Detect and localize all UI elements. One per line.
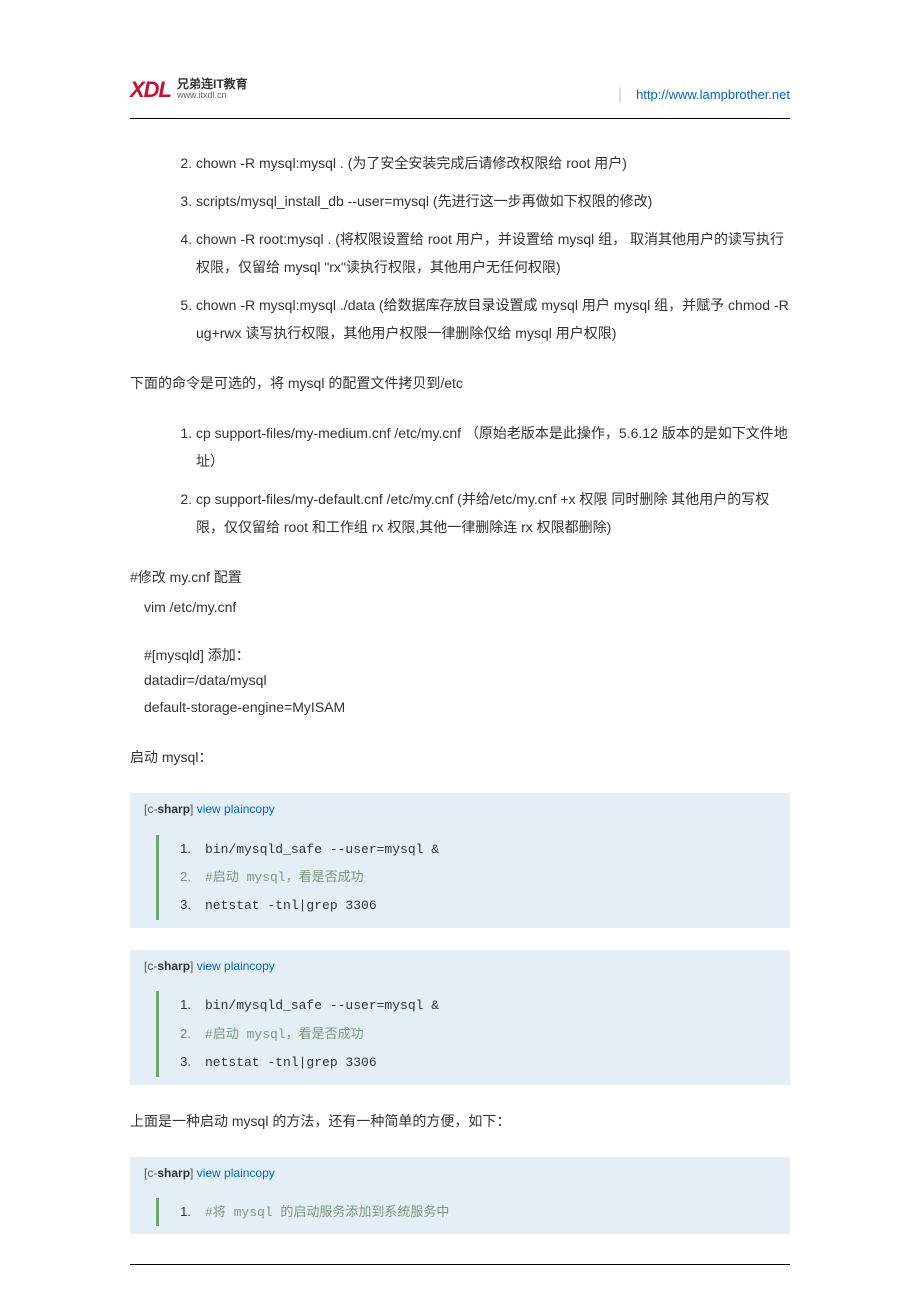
start-mysql-heading: 启动 mysql： [130,743,790,771]
code-block-2: 1.bin/mysqld_safe --user=mysql & 2.#启动 m… [130,983,790,1084]
view-plain-copy-link[interactable]: view plaincopy [197,802,275,816]
edit-config-comment: #修改 my.cnf 配置 [130,563,790,591]
list-item: cp support-files/my-medium.cnf /etc/my.c… [196,419,790,475]
code-header: [c-sharp] view plaincopy [130,950,790,984]
code-line: 3.netstat -tnl|grep 3306 [156,1048,790,1076]
logo: XDL 兄弟连IT教育 www.itxdl.cn [130,70,248,110]
logo-small-url: www.itxdl.cn [177,91,248,101]
copy-config-list: cp support-files/my-medium.cnf /etc/my.c… [130,419,790,541]
code-line: 2.#启动 mysql，看是否成功 [156,1020,790,1048]
code-line: 1.bin/mysqld_safe --user=mysql & [156,991,790,1019]
mysqld-add-comment: #[mysqld] 添加： [130,643,790,668]
header-link[interactable]: http://www.lampbrother.net [636,87,790,102]
list-item: chown -R mysql:mysql . (为了安全安装完成后请修改权限给 … [196,149,790,177]
code-line: 3.netstat -tnl|grep 3306 [156,891,790,919]
datadir-line: datadir=/data/mysql [130,668,790,693]
code-line: 1.bin/mysqld_safe --user=mysql & [156,835,790,863]
page-header: XDL 兄弟连IT教育 www.itxdl.cn | http://www.la… [130,70,790,119]
install-steps-list: chown -R mysql:mysql . (为了安全安装完成后请修改权限给 … [130,149,790,347]
logo-mark: XDL [130,70,171,110]
code-block-1: 1.bin/mysqld_safe --user=mysql & 2.#启动 m… [130,827,790,928]
list-item: chown -R root:mysql . (将权限设置给 root 用户，并设… [196,225,790,281]
code-lang-label: [c-sharp] [144,959,193,973]
simpler-method-para: 上面是一种启动 mysql 的方法，还有一种简单的方便，如下： [130,1107,790,1135]
code-line: 2.#启动 mysql，看是否成功 [156,863,790,891]
list-item: cp support-files/my-default.cnf /etc/my.… [196,485,790,541]
list-item: chown -R mysql:mysql ./data (给数据库存放目录设置成… [196,291,790,347]
code-lang-label: [c-sharp] [144,1166,193,1180]
code-line: 1.#将 mysql 的启动服务添加到系统服务中 [156,1198,790,1226]
optional-commands-para: 下面的命令是可选的，将 mysql 的配置文件拷贝到/etc [130,369,790,397]
code-header: [c-sharp] view plaincopy [130,793,790,827]
view-plain-copy-link[interactable]: view plaincopy [197,959,275,973]
code-block-3: 1.#将 mysql 的启动服务添加到系统服务中 [130,1190,790,1234]
vim-command: vim /etc/my.cnf [130,593,790,621]
header-separator: | [618,86,622,103]
engine-line: default-storage-engine=MyISAM [130,693,790,721]
footer-divider [130,1264,790,1265]
list-item: scripts/mysql_install_db --user=mysql (先… [196,187,790,215]
code-lang-label: [c-sharp] [144,802,193,816]
view-plain-copy-link[interactable]: view plaincopy [197,1166,275,1180]
code-header: [c-sharp] view plaincopy [130,1157,790,1191]
